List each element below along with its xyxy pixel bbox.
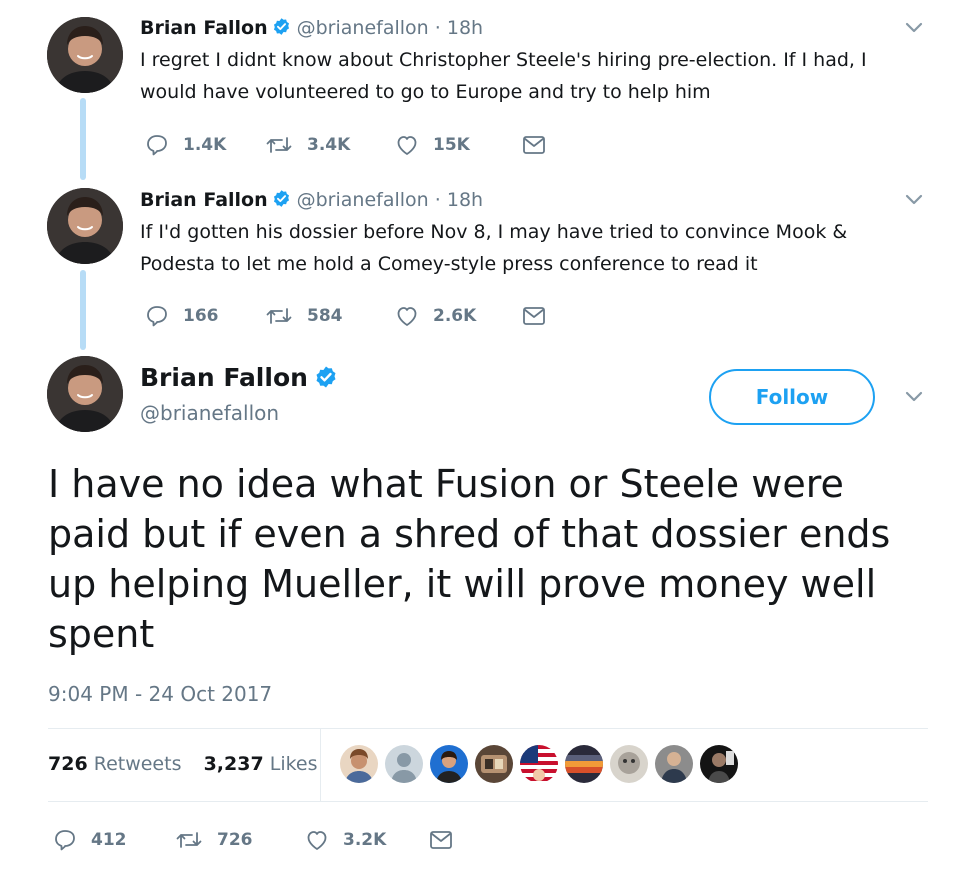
avatar[interactable] — [47, 188, 123, 264]
message-button[interactable] — [522, 301, 546, 331]
like-button[interactable]: 3.2K — [305, 825, 386, 855]
tweet-time[interactable]: 18h — [447, 189, 483, 211]
heart-icon — [395, 304, 419, 328]
thread-connector — [80, 98, 86, 180]
retweet-button[interactable]: 726 — [175, 825, 253, 855]
reply-button[interactable]: 166 — [145, 301, 219, 331]
retweet-label: Retweets — [93, 753, 182, 775]
message-button[interactable] — [522, 130, 546, 160]
retweet-total: 726 — [48, 753, 88, 775]
divider — [320, 728, 321, 802]
author-handle[interactable]: @brianefallon — [140, 400, 279, 426]
heart-icon — [395, 133, 419, 157]
like-count: 15K — [433, 135, 470, 155]
thread-connector — [80, 270, 86, 350]
verified-badge-icon — [314, 365, 338, 389]
author-name[interactable]: Brian Fallon — [140, 189, 268, 211]
liker-avatar[interactable] — [475, 745, 513, 783]
tweet-text: I have no idea what Fusion or Steele wer… — [48, 462, 891, 656]
reply-button[interactable]: 1.4K — [145, 130, 226, 160]
divider — [48, 801, 928, 802]
reply-count: 412 — [91, 830, 127, 850]
reply-button[interactable]: 412 — [53, 825, 127, 855]
divider — [48, 728, 928, 729]
reply-header: Brian Fallon @brianefallon · 18h — [140, 188, 483, 212]
liker-avatar[interactable] — [565, 745, 603, 783]
heart-icon — [305, 828, 329, 852]
author-name-text[interactable]: Brian Fallon — [140, 363, 308, 392]
liker-avatar[interactable] — [430, 745, 468, 783]
author-name[interactable]: Brian Fallon — [140, 17, 268, 39]
tweet-timestamp[interactable]: 9:04 PM - 24 Oct 2017 — [48, 682, 272, 706]
chevron-down-icon[interactable] — [902, 192, 926, 208]
reply-count: 1.4K — [183, 135, 227, 155]
retweet-button[interactable]: 584 — [265, 301, 343, 331]
chevron-down-icon[interactable] — [902, 389, 926, 405]
liker-avatar[interactable] — [655, 745, 693, 783]
tweet-stats: 726 Retweets 3,237 Likes — [48, 751, 318, 777]
message-button[interactable] — [429, 825, 453, 855]
like-count: 3.2K — [343, 830, 387, 850]
likes-stat[interactable]: 3,237 Likes — [204, 753, 318, 775]
reply-icon — [145, 304, 169, 328]
reply-count: 166 — [183, 306, 219, 326]
liker-avatar[interactable] — [700, 745, 738, 783]
avatar[interactable] — [47, 17, 123, 93]
envelope-icon — [522, 135, 546, 155]
reply-header: Brian Fallon @brianefallon · 18h — [140, 16, 483, 40]
author-name[interactable]: Brian Fallon — [140, 362, 344, 394]
verified-badge-icon — [272, 17, 291, 36]
chevron-down-icon[interactable] — [902, 20, 926, 36]
reply-icon — [145, 133, 169, 157]
retweet-count: 726 — [217, 830, 253, 850]
retweet-button[interactable]: 3.4K — [265, 130, 350, 160]
liker-avatar[interactable] — [610, 745, 648, 783]
retweet-icon — [265, 304, 293, 328]
liker-avatar[interactable] — [340, 745, 378, 783]
tweet-text: If I'd gotten his dossier before Nov 8, … — [140, 221, 848, 275]
envelope-icon — [429, 830, 453, 850]
like-total: 3,237 — [203, 753, 264, 775]
reply-icon — [53, 828, 77, 852]
liker-avatar[interactable] — [385, 745, 423, 783]
separator: · — [434, 17, 441, 39]
likers-avatars — [340, 745, 745, 783]
author-handle[interactable]: @brianefallon — [297, 17, 429, 39]
retweets-stat[interactable]: 726 Retweets — [48, 753, 181, 775]
envelope-icon — [522, 306, 546, 326]
liker-avatar[interactable] — [520, 745, 558, 783]
like-button[interactable]: 2.6K — [395, 301, 476, 331]
retweet-icon — [265, 133, 293, 157]
tweet-time[interactable]: 18h — [447, 17, 483, 39]
tweet-text: I regret I didnt know about Christopher … — [140, 49, 867, 103]
author-handle[interactable]: @brianefallon — [297, 189, 429, 211]
like-label: Likes — [269, 753, 318, 775]
separator: · — [434, 189, 441, 211]
like-button[interactable]: 15K — [395, 130, 470, 160]
retweet-count: 3.4K — [307, 135, 351, 155]
follow-button[interactable]: Follow — [709, 369, 875, 425]
like-count: 2.6K — [433, 306, 477, 326]
retweet-icon — [175, 828, 203, 852]
retweet-count: 584 — [307, 306, 343, 326]
avatar[interactable] — [47, 356, 123, 432]
verified-badge-icon — [272, 189, 291, 208]
